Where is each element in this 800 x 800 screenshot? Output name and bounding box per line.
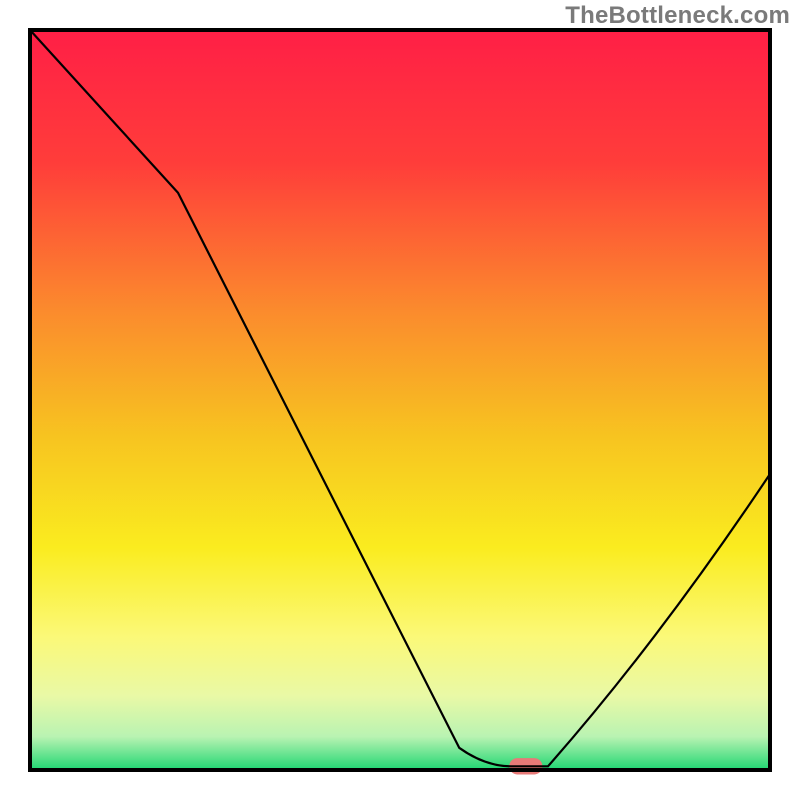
watermark-label: TheBottleneck.com [565,2,790,30]
plot-gradient-background [30,30,770,770]
bottleneck-chart [0,0,800,800]
chart-container: TheBottleneck.com [0,0,800,800]
